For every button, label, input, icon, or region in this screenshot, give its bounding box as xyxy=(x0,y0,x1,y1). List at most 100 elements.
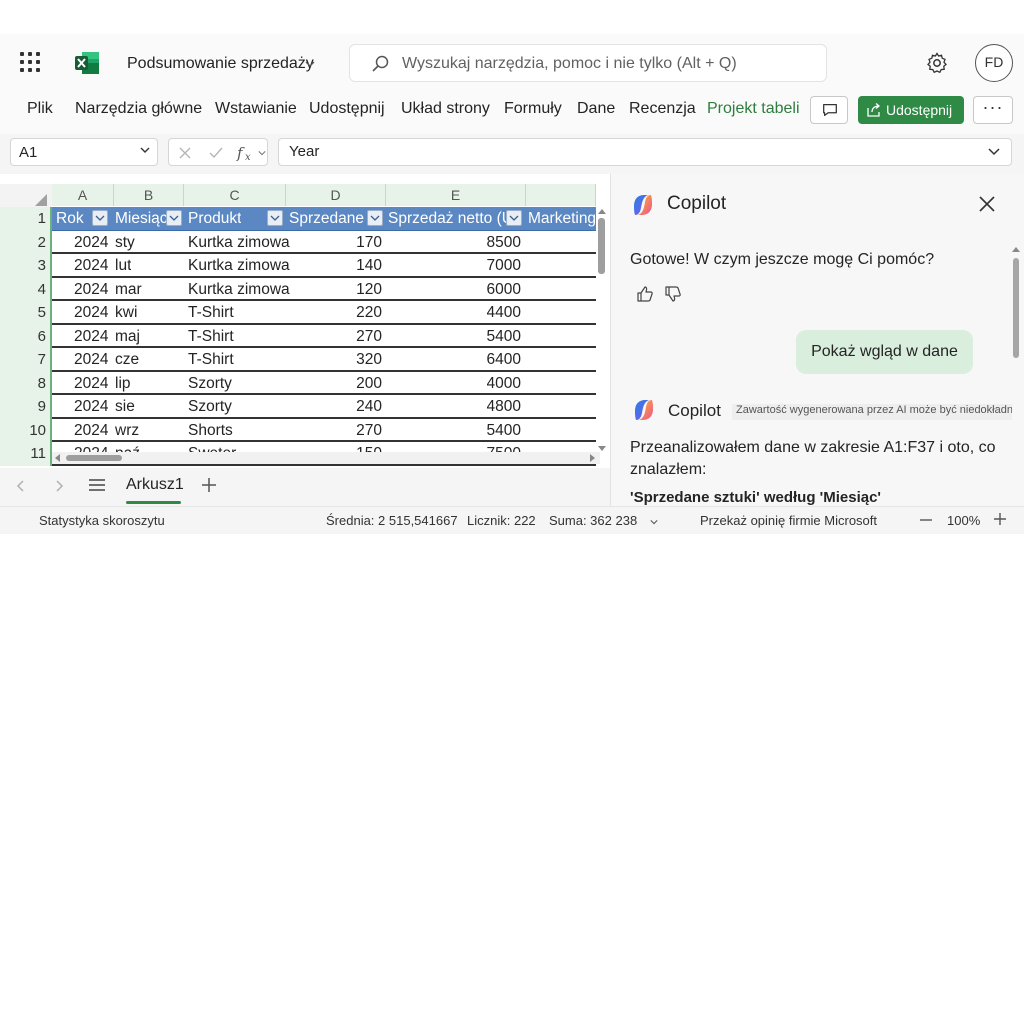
chevron-down-icon[interactable] xyxy=(987,146,1001,158)
horizontal-scrollbar[interactable] xyxy=(52,452,600,464)
tab-uklad-strony[interactable]: Układ strony xyxy=(401,100,490,118)
formula-input[interactable]: Year xyxy=(278,138,1012,166)
cell-sprzedaz-netto[interactable]: 5400 xyxy=(487,328,521,346)
copilot-scroll-thumb[interactable] xyxy=(1013,258,1019,358)
cell-sprzedaz-netto[interactable]: 7000 xyxy=(487,257,521,275)
cell-sprzedane[interactable]: 170 xyxy=(356,234,382,252)
row-header[interactable]: 10 xyxy=(0,418,52,442)
thumbs-down-icon[interactable] xyxy=(664,285,682,303)
search-box[interactable]: Wyszukaj narzędzia, pomoc i nie tylko (A… xyxy=(349,44,827,82)
scroll-right-icon[interactable] xyxy=(588,454,596,462)
row-header[interactable]: 5 xyxy=(0,301,52,325)
table-row[interactable]: 2024 mar Kurtka zimowa 120 6000 xyxy=(52,278,596,301)
cell-sprzedane[interactable]: 240 xyxy=(356,398,382,416)
cell-miesiac[interactable]: lip xyxy=(115,375,131,393)
row-header[interactable]: 4 xyxy=(0,277,52,301)
chevron-left-icon[interactable] xyxy=(16,479,26,493)
cell-sprzedane[interactable]: 270 xyxy=(356,328,382,346)
table-row[interactable]: 2024 lut Kurtka zimowa 140 7000 xyxy=(52,254,596,278)
zoom-out-icon[interactable] xyxy=(919,513,933,527)
horizontal-scroll-thumb[interactable] xyxy=(66,455,122,461)
gear-icon[interactable] xyxy=(925,51,949,75)
cell-sprzedane[interactable]: 120 xyxy=(356,281,382,299)
cell-rok[interactable]: 2024 xyxy=(74,257,108,275)
user-avatar[interactable]: FD xyxy=(975,44,1013,82)
cell-miesiac[interactable]: kwi xyxy=(115,304,137,322)
tab-dane[interactable]: Dane xyxy=(577,100,615,118)
tab-recenzja[interactable]: Recenzja xyxy=(629,100,696,118)
chevron-down-icon[interactable] xyxy=(304,58,316,70)
filter-dropdown-button[interactable] xyxy=(506,210,522,226)
chevron-down-icon[interactable] xyxy=(139,144,151,156)
column-header-a[interactable]: A xyxy=(52,184,114,206)
filter-dropdown-button[interactable] xyxy=(92,210,108,226)
row-header[interactable]: 7 xyxy=(0,348,52,372)
zoom-in-icon[interactable] xyxy=(993,512,1007,526)
cell-rok[interactable]: 2024 xyxy=(74,281,108,299)
cell-rok[interactable]: 2024 xyxy=(74,375,108,393)
cell-rok[interactable]: 2024 xyxy=(74,304,108,322)
cell-miesiac[interactable]: mar xyxy=(115,281,142,299)
thumbs-up-icon[interactable] xyxy=(636,285,654,303)
cell-sprzedaz-netto[interactable]: 4400 xyxy=(487,304,521,322)
filter-dropdown-button[interactable] xyxy=(367,210,383,226)
chevron-right-icon[interactable] xyxy=(54,479,64,493)
cell-sprzedaz-netto[interactable]: 8500 xyxy=(487,234,521,252)
cell-miesiac[interactable]: maj xyxy=(115,328,140,346)
cell-rok[interactable]: 2024 xyxy=(74,328,108,346)
tab-projekt-tabeli[interactable]: Projekt tabeli xyxy=(707,100,800,118)
cell-produkt[interactable]: Kurtka zimowa xyxy=(188,234,290,252)
cell-sprzedaz-netto[interactable]: 5400 xyxy=(487,422,521,440)
table-row[interactable]: 2024 sie Szorty 240 4800 xyxy=(52,395,596,419)
cell-rok[interactable]: 2024 xyxy=(74,398,108,416)
function-icon[interactable]: f x xyxy=(235,144,259,162)
row-header[interactable]: 2 xyxy=(0,230,52,254)
column-header-b[interactable]: B xyxy=(114,184,184,206)
workbook-statistics[interactable]: Statystyka skoroszytu xyxy=(39,513,165,528)
filter-dropdown-button[interactable] xyxy=(166,210,182,226)
tab-plik[interactable]: Plik xyxy=(27,100,53,118)
cell-produkt[interactable]: Szorty xyxy=(188,398,232,416)
cell-sprzedane[interactable]: 140 xyxy=(356,257,382,275)
close-icon[interactable] xyxy=(978,195,996,213)
share-button[interactable]: Udostępnij xyxy=(858,96,964,124)
scroll-left-icon[interactable] xyxy=(54,454,62,462)
row-header[interactable]: 3 xyxy=(0,254,52,278)
scroll-up-icon[interactable] xyxy=(1012,246,1020,254)
cell-sprzedane[interactable]: 320 xyxy=(356,351,382,369)
name-box[interactable]: A1 xyxy=(10,138,158,166)
more-options-button[interactable]: ··· xyxy=(973,96,1013,124)
cell-produkt[interactable]: Kurtka zimowa xyxy=(188,257,290,275)
cell-sprzedaz-netto[interactable]: 4800 xyxy=(487,398,521,416)
cell-rok[interactable]: 2024 xyxy=(74,234,108,252)
cell-sprzedane[interactable]: 200 xyxy=(356,375,382,393)
scroll-up-icon[interactable] xyxy=(598,208,606,216)
table-row[interactable]: 2024 maj T-Shirt 270 5400 xyxy=(52,325,596,348)
cell-sprzedane[interactable]: 270 xyxy=(356,422,382,440)
sheet-tab-arkusz1[interactable]: Arkusz1 xyxy=(126,476,184,494)
column-header-e[interactable]: E xyxy=(386,184,526,206)
cell-miesiac[interactable]: sty xyxy=(115,234,135,252)
table-row[interactable]: 2024 cze T-Shirt 320 6400 xyxy=(52,348,596,372)
filter-dropdown-button[interactable] xyxy=(267,210,283,226)
chevron-down-icon[interactable] xyxy=(258,149,266,157)
row-header[interactable]: 6 xyxy=(0,324,52,348)
table-row[interactable]: 2024 wrz Shorts 270 5400 xyxy=(52,419,596,442)
tab-udostepnij[interactable]: Udostępnij xyxy=(309,100,385,118)
cell-miesiac[interactable]: wrz xyxy=(115,422,139,440)
comments-button[interactable] xyxy=(810,96,848,124)
table-row[interactable]: 2024 sty Kurtka zimowa 170 8500 xyxy=(52,231,596,254)
cell-sprzedaz-netto[interactable]: 4000 xyxy=(487,375,521,393)
vertical-scroll-thumb[interactable] xyxy=(598,218,605,274)
tab-formuly[interactable]: Formuły xyxy=(504,100,562,118)
column-header-f[interactable] xyxy=(526,184,596,206)
scroll-down-icon[interactable] xyxy=(598,444,606,452)
feedback-link[interactable]: Przekaż opinię firmie Microsoft xyxy=(700,513,877,528)
row-header[interactable]: 11 xyxy=(0,442,52,466)
cell-miesiac[interactable]: lut xyxy=(115,257,131,275)
confirm-icon[interactable] xyxy=(207,145,225,161)
cell-rok[interactable]: 2024 xyxy=(74,351,108,369)
column-header-d[interactable]: D xyxy=(286,184,386,206)
cell-produkt[interactable]: Szorty xyxy=(188,375,232,393)
column-header-c[interactable]: C xyxy=(184,184,286,206)
